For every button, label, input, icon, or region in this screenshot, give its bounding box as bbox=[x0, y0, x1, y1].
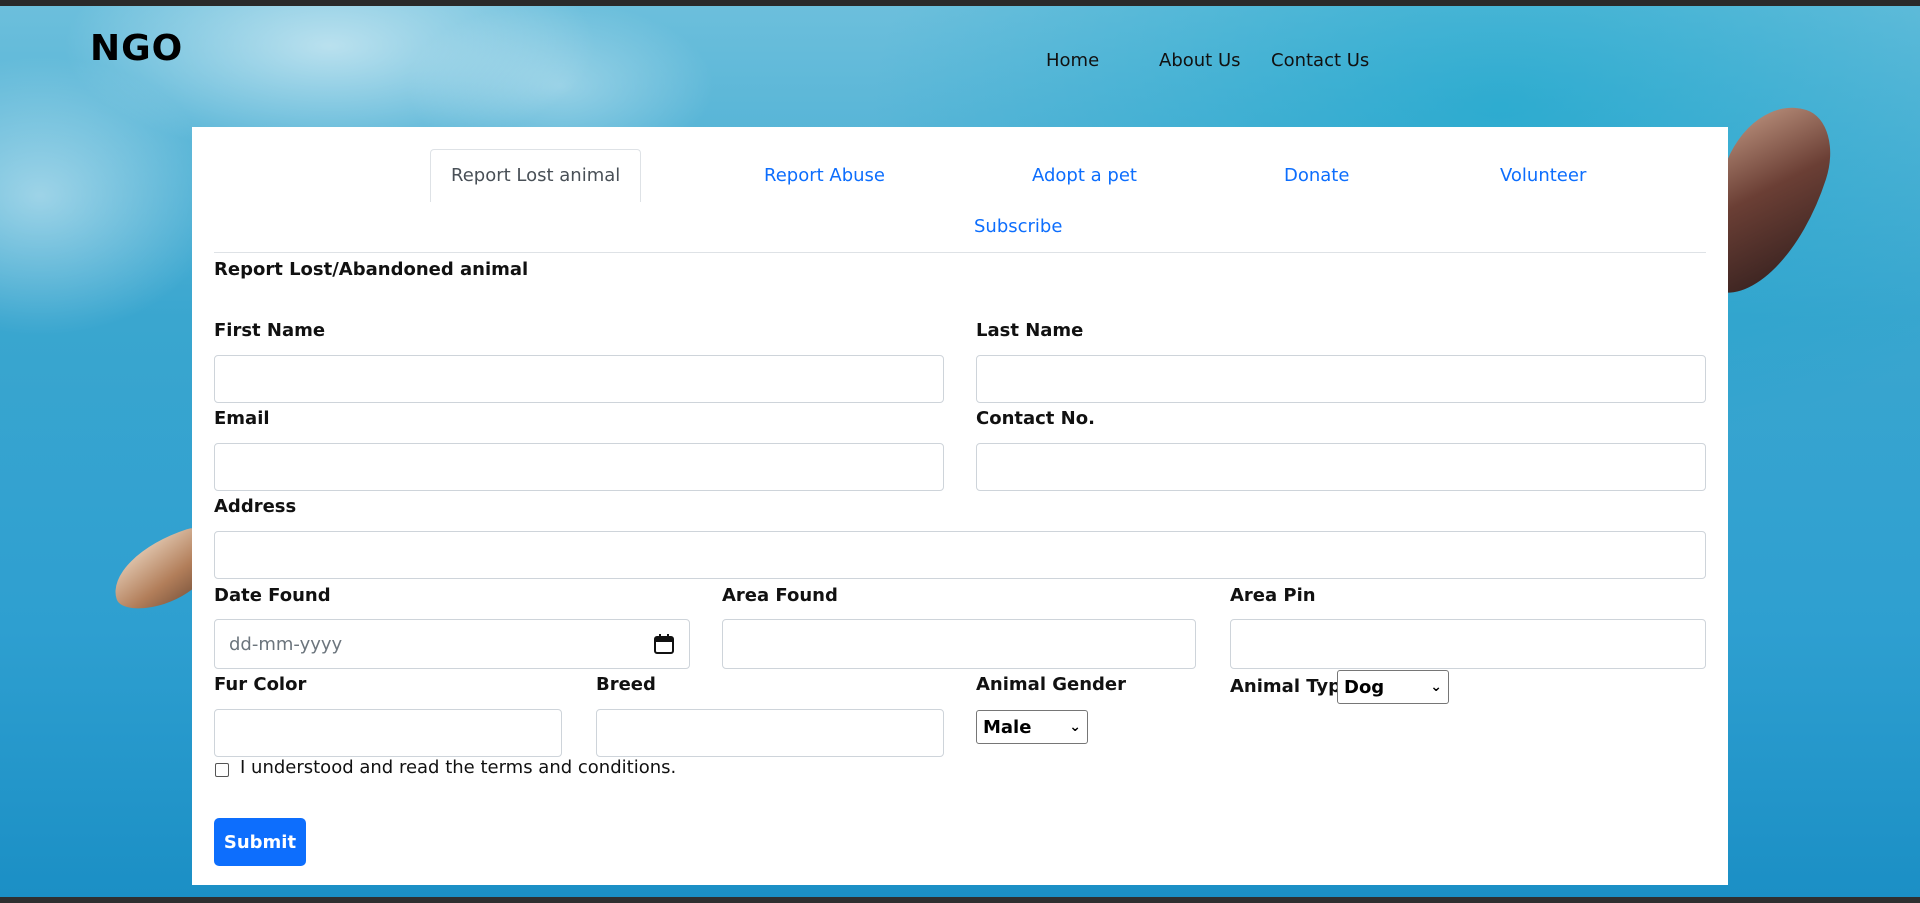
first-name-input[interactable] bbox=[214, 355, 944, 403]
brand-logo[interactable]: NGO bbox=[90, 28, 183, 69]
tab-donate[interactable]: Donate bbox=[1284, 165, 1349, 186]
last-name-input[interactable] bbox=[976, 355, 1706, 403]
last-name-label: Last Name bbox=[976, 320, 1084, 341]
tab-bar: Report Lost animal Report Abuse Adopt a … bbox=[192, 127, 1728, 253]
tab-volunteer[interactable]: Volunteer bbox=[1500, 165, 1586, 186]
terms-checkbox[interactable] bbox=[215, 763, 229, 777]
fur-color-input[interactable] bbox=[214, 709, 562, 757]
chevron-down-icon: ⌄ bbox=[1069, 719, 1081, 735]
date-found-input[interactable]: dd-mm-yyyy bbox=[214, 619, 690, 669]
email-label: Email bbox=[214, 408, 270, 429]
nav-home-link[interactable]: Home bbox=[1046, 50, 1099, 71]
nav-about-link[interactable]: About Us bbox=[1159, 50, 1241, 71]
hero-background: NGO Home About Us Contact Us Report Lost… bbox=[0, 6, 1920, 897]
address-label: Address bbox=[214, 496, 297, 517]
fur-color-label: Fur Color bbox=[214, 674, 307, 695]
area-pin-input[interactable] bbox=[1230, 619, 1706, 669]
calendar-icon[interactable] bbox=[653, 633, 675, 655]
contact-no-label: Contact No. bbox=[976, 408, 1095, 429]
form-title: Report Lost/Abandoned animal bbox=[214, 259, 529, 280]
area-pin-label: Area Pin bbox=[1230, 585, 1316, 606]
chevron-down-icon: ⌄ bbox=[1430, 679, 1442, 695]
address-input[interactable] bbox=[214, 531, 1706, 579]
terms-label: I understood and read the terms and cond… bbox=[240, 757, 677, 778]
email-input[interactable] bbox=[214, 443, 944, 491]
animal-gender-select[interactable]: Male ⌄ bbox=[976, 710, 1088, 744]
breed-input[interactable] bbox=[596, 709, 944, 757]
nav-contact-link[interactable]: Contact Us bbox=[1271, 50, 1369, 71]
contact-no-input[interactable] bbox=[976, 443, 1706, 491]
form-card: Report Lost animal Report Abuse Adopt a … bbox=[192, 127, 1728, 885]
animal-type-label: Animal Type bbox=[1230, 676, 1354, 697]
date-found-label: Date Found bbox=[214, 585, 331, 606]
area-found-label: Area Found bbox=[722, 585, 838, 606]
animal-type-select[interactable]: Dog ⌄ bbox=[1337, 670, 1449, 704]
bottom-taskbar bbox=[0, 897, 1920, 903]
breed-label: Breed bbox=[596, 674, 656, 695]
animal-type-value: Dog bbox=[1344, 676, 1385, 698]
tabs-divider bbox=[214, 252, 1706, 253]
tab-adopt-a-pet[interactable]: Adopt a pet bbox=[1032, 165, 1137, 186]
animal-gender-value: Male bbox=[983, 716, 1032, 738]
tab-report-abuse[interactable]: Report Abuse bbox=[764, 165, 885, 186]
date-placeholder: dd-mm-yyyy bbox=[229, 633, 343, 655]
tab-report-lost-animal[interactable]: Report Lost animal bbox=[430, 149, 642, 202]
first-name-label: First Name bbox=[214, 320, 326, 341]
area-found-input[interactable] bbox=[722, 619, 1196, 669]
submit-button[interactable]: Submit bbox=[214, 818, 306, 866]
animal-gender-label: Animal Gender bbox=[976, 674, 1127, 695]
tab-subscribe[interactable]: Subscribe bbox=[974, 216, 1062, 237]
